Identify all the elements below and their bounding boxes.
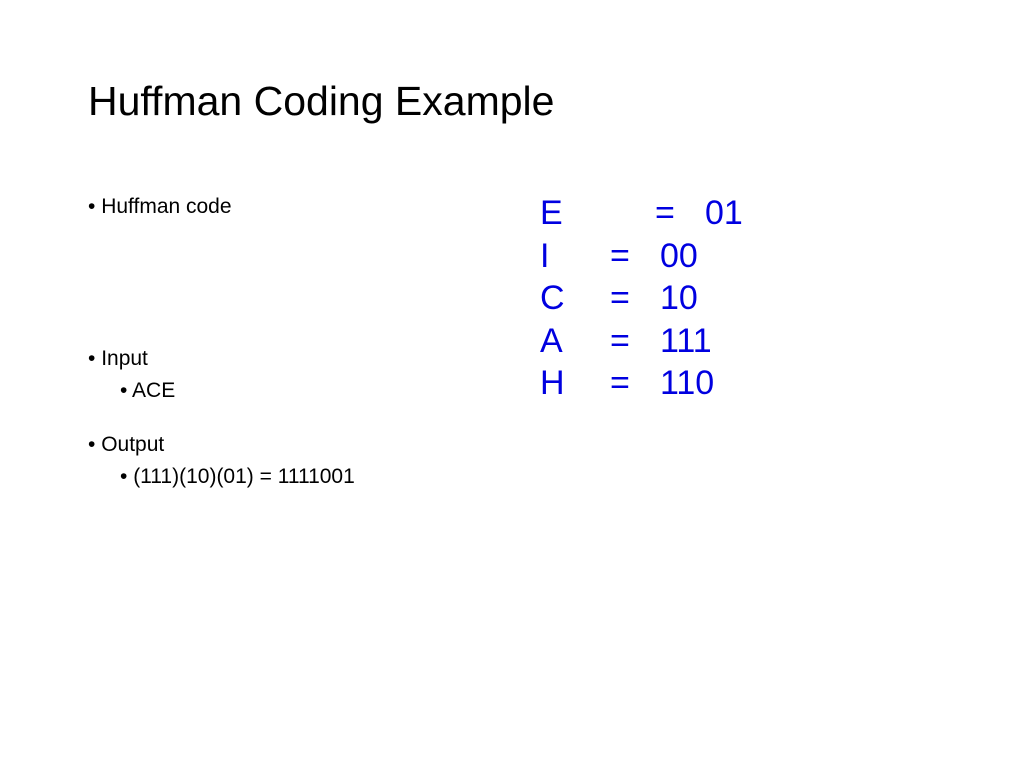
- code-row-e: E = 01: [540, 192, 743, 235]
- code-row-i: I = 00: [540, 235, 743, 278]
- code-value: 10: [660, 277, 698, 320]
- code-letter: I: [540, 235, 610, 278]
- code-row-h: H = 110: [540, 362, 743, 405]
- slide-title: Huffman Coding Example: [88, 78, 554, 125]
- code-equals: =: [610, 320, 660, 363]
- code-letter: H: [540, 362, 610, 405]
- code-value: 00: [660, 235, 698, 278]
- bullet-output-value: (111)(10)(01) = 1111001: [120, 465, 355, 489]
- code-equals: =: [610, 235, 660, 278]
- code-letter: A: [540, 320, 610, 363]
- code-value: 110: [660, 362, 714, 405]
- bullet-output: Output: [88, 433, 355, 457]
- code-value: 111: [660, 320, 712, 363]
- code-equals: =: [610, 362, 660, 405]
- code-letter: C: [540, 277, 610, 320]
- bullet-input-value: ACE: [120, 379, 355, 403]
- code-equals: =: [655, 192, 705, 235]
- code-letter: E: [540, 192, 655, 235]
- bullet-input: Input: [88, 347, 355, 371]
- code-value: 01: [705, 192, 743, 235]
- code-row-c: C = 10: [540, 277, 743, 320]
- code-equals: =: [610, 277, 660, 320]
- bullet-huffman-code: Huffman code: [88, 195, 355, 219]
- huffman-code-table: E = 01 I = 00 C = 10 A = 111 H = 110: [540, 192, 743, 405]
- content-bullets: Huffman code Input ACE Output (111)(10)(…: [88, 195, 355, 497]
- code-row-a: A = 111: [540, 320, 743, 363]
